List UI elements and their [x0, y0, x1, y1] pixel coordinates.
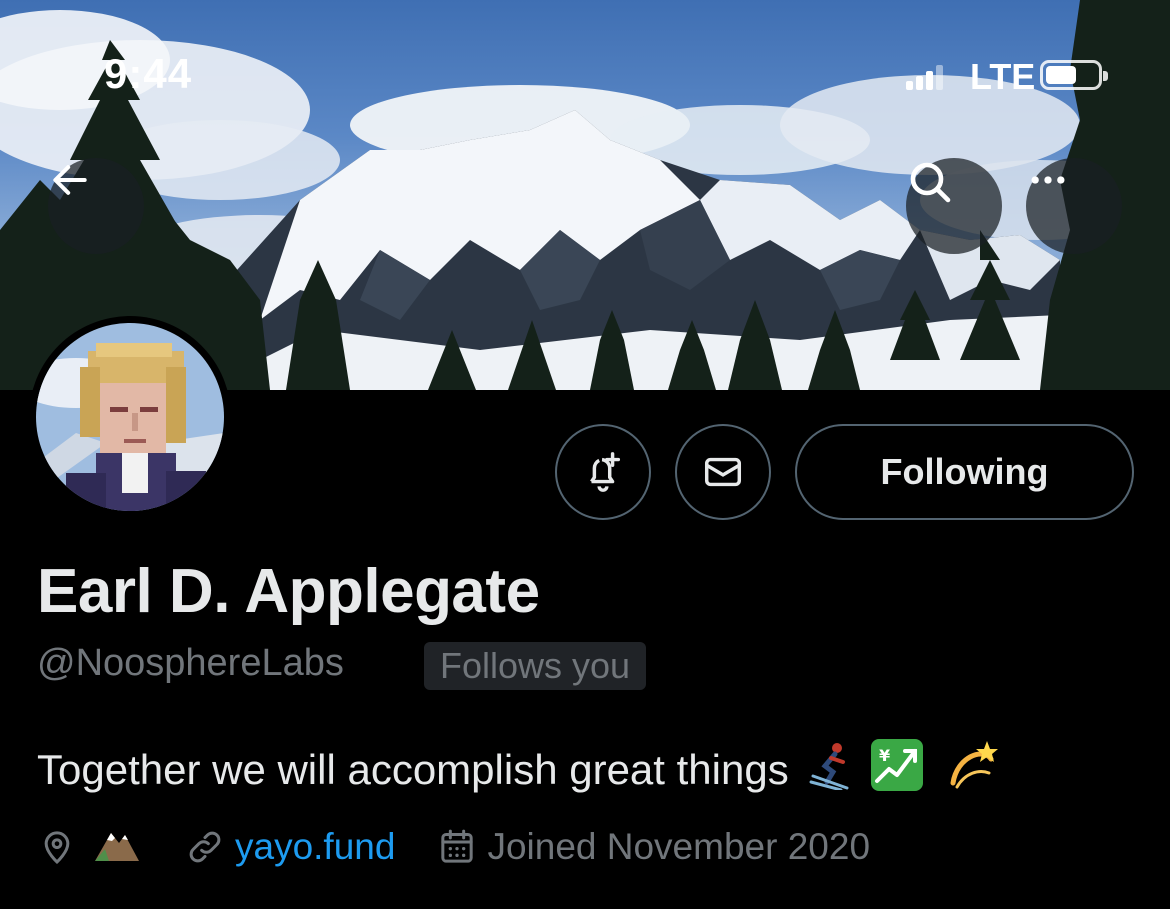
arrow-left-icon — [53, 165, 87, 195]
more-horizontal-icon — [1031, 176, 1065, 184]
network-type: LTE — [970, 56, 1036, 97]
user-handle: @NoosphereLabs — [37, 642, 344, 684]
status-time: 9:44 — [104, 50, 193, 97]
more-button[interactable] — [1026, 158, 1122, 254]
avatar-pixel-art — [36, 323, 224, 511]
bell-plus-icon — [590, 452, 621, 492]
dizzy-emoji — [943, 737, 999, 803]
skier-emoji — [807, 740, 851, 800]
joined-date: Joined November 2020 — [487, 826, 871, 867]
following-button[interactable]: Following — [795, 424, 1134, 520]
location-pin-icon — [44, 831, 70, 865]
battery-icon — [1040, 60, 1108, 90]
snow-capped-mountain-emoji — [93, 823, 141, 872]
website-link[interactable]: yayo.fund — [235, 826, 395, 868]
back-button[interactable] — [48, 158, 144, 254]
chart-increasing-with-yen-emoji: ¥ — [869, 737, 925, 803]
cellular-signal-icon — [906, 64, 946, 90]
profile-meta: yayo.fund Joined November 2020 — [37, 822, 870, 872]
envelope-icon — [704, 457, 742, 487]
bio-text: Together we will accomplish great things — [37, 746, 789, 793]
search-button[interactable] — [906, 158, 1002, 254]
profile-bio: Together we will accomplish great things… — [37, 737, 999, 803]
calendar-icon — [441, 829, 474, 863]
svg-text:¥: ¥ — [879, 746, 890, 765]
link-icon — [189, 831, 221, 863]
display-name: Earl D. Applegate — [37, 557, 540, 626]
profile-avatar[interactable] — [29, 316, 231, 518]
message-button[interactable] — [675, 424, 771, 520]
search-icon — [910, 162, 951, 203]
follows-you-badge: Follows you — [424, 642, 647, 690]
notifications-button[interactable] — [555, 424, 651, 520]
